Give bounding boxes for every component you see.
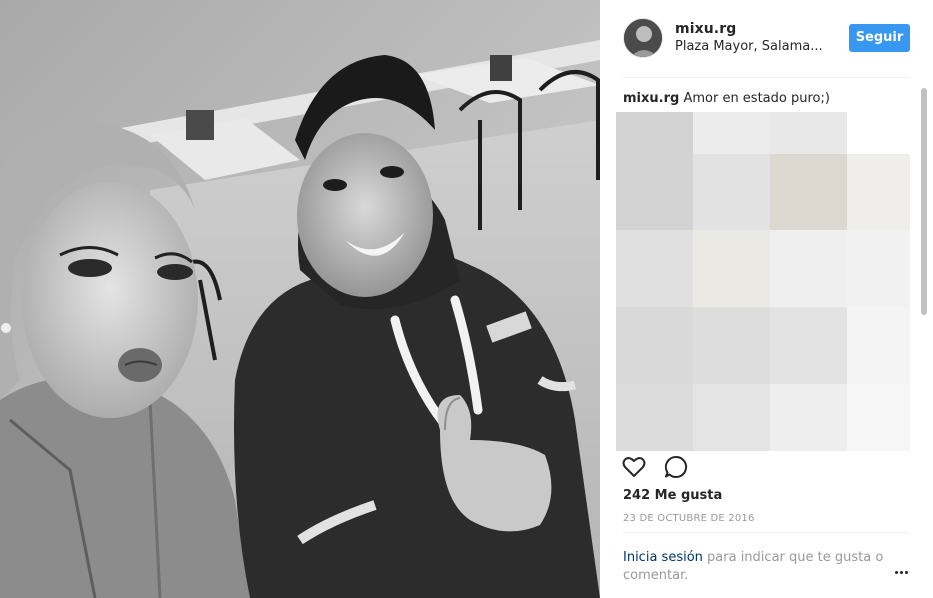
caption-username[interactable]: mixu.rg xyxy=(623,91,679,106)
blurred-tile xyxy=(693,112,770,154)
post-caption: mixu.rg Amor en estado puro;) xyxy=(623,91,830,106)
blurred-tile xyxy=(693,307,770,384)
blurred-tile xyxy=(770,384,847,451)
blurred-tile xyxy=(770,154,847,230)
blurred-tile xyxy=(770,307,847,384)
blurred-tile xyxy=(616,154,693,230)
blurred-tile xyxy=(847,384,910,451)
blurred-tile xyxy=(616,307,693,384)
blurred-tile xyxy=(616,230,693,307)
post-location[interactable]: Plaza Mayor, Salama... xyxy=(675,39,835,54)
header-divider xyxy=(623,77,910,78)
blurred-tile xyxy=(847,230,910,307)
footer-divider xyxy=(623,532,910,533)
blurred-tile xyxy=(616,112,693,154)
post-side-panel: mixu.rg Plaza Mayor, Salama... Seguir mi… xyxy=(600,0,933,598)
blurred-tile xyxy=(770,112,847,154)
blurred-tile xyxy=(693,230,770,307)
blurred-tile xyxy=(770,230,847,307)
heart-icon[interactable] xyxy=(621,454,647,480)
avatar[interactable] xyxy=(623,18,663,58)
post-header: mixu.rg Plaza Mayor, Salama... Seguir xyxy=(600,0,933,78)
blurred-tile xyxy=(847,307,910,384)
photo-illustration xyxy=(0,0,600,598)
login-prompt: Inicia sesión para indicar que te gusta … xyxy=(623,549,893,585)
more-options-icon[interactable] xyxy=(893,567,911,577)
avatar-image xyxy=(624,19,662,57)
follow-button[interactable]: Seguir xyxy=(849,24,910,52)
blurred-tile xyxy=(847,154,910,230)
comments-scrollbar[interactable] xyxy=(920,78,928,468)
like-count[interactable]: 242 Me gusta xyxy=(623,488,722,503)
scrollbar-thumb[interactable] xyxy=(921,88,927,315)
blurred-tile xyxy=(693,154,770,230)
blurred-tile xyxy=(847,112,910,154)
post-date: 23 DE OCTUBRE DE 2016 xyxy=(623,513,755,524)
post-photo[interactable] xyxy=(0,0,600,598)
blurred-tile xyxy=(616,384,693,451)
blurred-comments-area xyxy=(616,112,910,451)
comment-icon[interactable] xyxy=(663,454,689,480)
post-username[interactable]: mixu.rg xyxy=(675,21,736,37)
login-link[interactable]: Inicia sesión xyxy=(623,550,703,565)
caption-text: Amor en estado puro;) xyxy=(683,91,830,106)
blurred-tile xyxy=(693,384,770,451)
